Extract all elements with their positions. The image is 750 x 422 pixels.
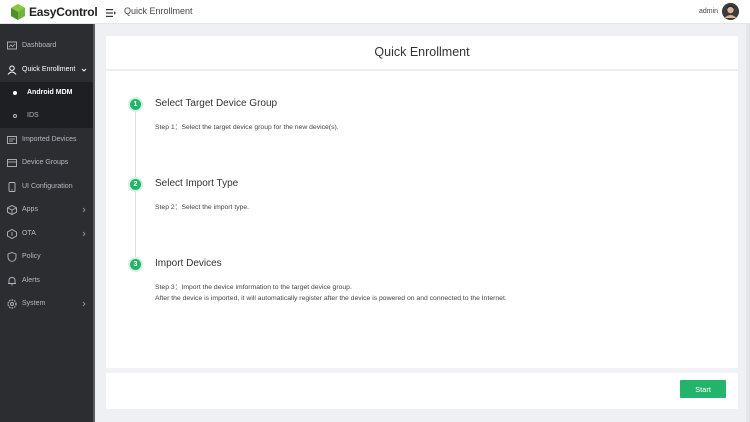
step-2-title: Select Import Type — [155, 178, 239, 189]
sidebar-item-label: Apps — [22, 206, 38, 213]
sidebar-item-alerts[interactable]: Alerts — [0, 270, 93, 293]
inactive-dot-icon — [13, 114, 17, 118]
sidebar-item-label: Policy — [22, 253, 41, 260]
sidebar-item-label: OTA — [22, 230, 36, 237]
sidebar-item-ui-configuration[interactable]: UI Configuration — [0, 176, 93, 199]
folder-icon — [7, 159, 17, 167]
page-title: Quick Enrollment — [374, 45, 470, 59]
sidebar-item-label: UI Configuration — [22, 183, 73, 190]
shield-icon — [7, 252, 17, 262]
user-icon — [7, 65, 17, 75]
quick-enrollment-submenu: Android MDM IDS — [0, 82, 93, 128]
sidebar: Dashboard Quick Enrollment Android MDM I… — [0, 24, 93, 422]
sidebar-item-label: Quick Enrollment — [22, 66, 76, 73]
sidebar-item-imported-devices[interactable]: Imported Devices — [0, 129, 93, 152]
step-1-description: Step 1：Select the target device group fo… — [155, 124, 339, 131]
ota-icon — [7, 229, 17, 239]
sidebar-item-ota[interactable]: OTA — [0, 223, 93, 246]
submenu-item-label: IDS — [27, 112, 39, 119]
bell-icon — [8, 277, 16, 286]
sidebar-item-quick-enrollment[interactable]: Quick Enrollment — [0, 59, 93, 82]
chevron-right-icon — [82, 231, 86, 237]
chevron-right-icon — [82, 301, 86, 307]
card-header: Quick Enrollment — [106, 36, 738, 71]
sidebar-item-label: Alerts — [22, 277, 40, 284]
sidebar-item-apps[interactable]: Apps — [0, 199, 93, 222]
sidebar-item-label: Dashboard — [22, 42, 57, 49]
sidebar-item-label: Imported Devices — [22, 136, 77, 143]
step-3-badge: 3 — [130, 259, 141, 270]
submenu-item-label: Android MDM — [27, 89, 73, 96]
chevron-down-icon — [81, 68, 87, 72]
sidebar-item-label: Device Groups — [22, 159, 69, 166]
gear-icon — [7, 299, 17, 309]
sidebar-item-system[interactable]: System — [0, 293, 93, 316]
step-3-title: Import Devices — [155, 258, 222, 269]
step-3-description: Step 3：Import the device imformation to … — [155, 284, 352, 291]
top-bar: EasyControl Quick Enrollment admin — [0, 0, 750, 24]
active-dot-icon — [13, 91, 17, 95]
dashboard-icon — [7, 41, 17, 50]
enrollment-card: Quick Enrollment 1 Select Target Device … — [106, 36, 738, 409]
step-2-badge: 2 — [130, 179, 141, 190]
step-1-badge: 1 — [130, 99, 141, 110]
import-icon — [7, 136, 17, 144]
submenu-item-android-mdm[interactable]: Android MDM — [0, 82, 93, 105]
page-header-title: Quick Enrollment — [124, 6, 193, 16]
menu-fold-icon[interactable] — [105, 6, 117, 18]
app-name: EasyControl — [29, 5, 98, 19]
app-logo[interactable]: EasyControl — [11, 4, 98, 20]
footer-divider — [106, 368, 738, 373]
cube-icon — [7, 205, 17, 215]
logo-icon — [11, 4, 25, 20]
sidebar-item-label: System — [22, 300, 46, 307]
sidebar-item-device-groups[interactable]: Device Groups — [0, 152, 93, 175]
ui-icon — [8, 182, 16, 192]
sidebar-item-policy[interactable]: Policy — [0, 246, 93, 269]
step-2-description: Step 2：Select the import type. — [155, 204, 250, 211]
step-3-note: After the device is imported, it will au… — [155, 295, 507, 302]
page-scrollbar[interactable] — [746, 24, 750, 422]
sidebar-divider — [93, 24, 95, 422]
chevron-right-icon — [82, 207, 86, 213]
step-1-title: Select Target Device Group — [155, 98, 278, 109]
start-button[interactable]: Start — [680, 380, 726, 398]
sidebar-item-dashboard[interactable]: Dashboard — [0, 35, 93, 58]
avatar[interactable] — [722, 3, 739, 20]
user-name[interactable]: admin — [699, 8, 718, 15]
submenu-item-ids[interactable]: IDS — [0, 105, 93, 128]
